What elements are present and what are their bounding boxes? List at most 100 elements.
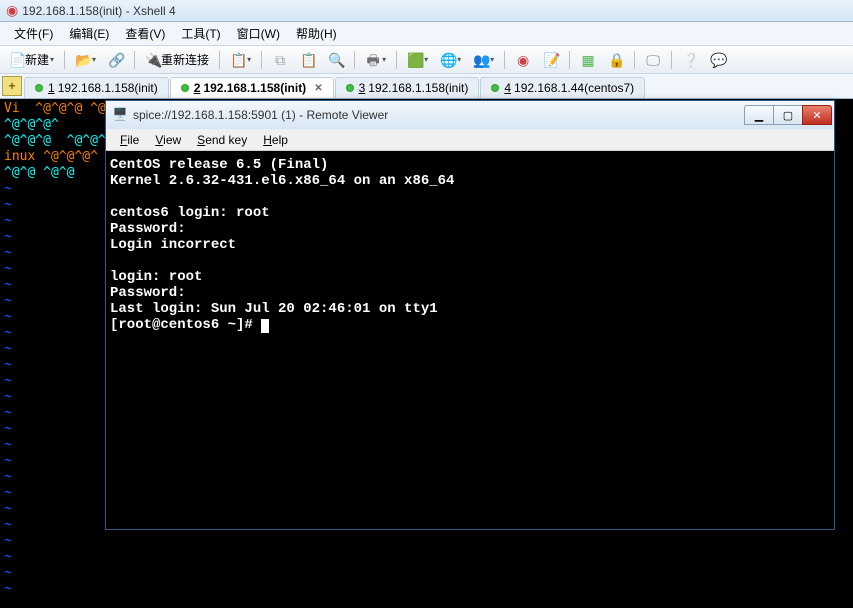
lock-icon: 🔒	[608, 52, 624, 68]
term-line: ^@^@^@ ^@^@^ @	[4, 133, 121, 148]
tilde-line: ~	[4, 341, 12, 356]
add-tab-button[interactable]: +	[2, 76, 22, 96]
tilde-line: ~	[4, 389, 12, 404]
status-dot-icon	[346, 84, 354, 92]
close-button[interactable]: ✕	[802, 105, 832, 125]
paste-button[interactable]: 📋	[295, 49, 321, 71]
xshell-titlebar: ◉ 192.168.1.158(init) - Xshell 4	[0, 0, 853, 22]
separator	[569, 51, 570, 69]
properties-button[interactable]: 📋▾	[225, 49, 256, 71]
tilde-line: ~	[4, 501, 12, 516]
tilde-line: ~	[4, 213, 12, 228]
web-button[interactable]: 🌐▾	[435, 49, 466, 71]
new-button[interactable]: 📄新建▾	[4, 48, 59, 71]
tilde-line: ~	[4, 405, 12, 420]
users-button[interactable]: 👥▾	[468, 49, 499, 71]
tab-number: 1	[48, 81, 55, 95]
people-icon: 👥	[473, 52, 489, 68]
chat-button[interactable]: 💬	[705, 49, 731, 71]
rv-menu-view[interactable]: View	[147, 131, 189, 149]
rv-title-text: spice://192.168.1.158:5901 (1) - Remote …	[133, 108, 745, 122]
tilde-line: ~	[4, 277, 12, 292]
term-line: inux ^@^@^@^ ^@	[4, 149, 121, 164]
palette-icon: 🟩	[407, 52, 423, 68]
dropdown-icon: ▾	[50, 55, 54, 64]
separator	[219, 51, 220, 69]
status-dot-icon	[491, 84, 499, 92]
maximize-button[interactable]: ▢	[773, 105, 803, 125]
menu-view[interactable]: 查看(V)	[117, 23, 173, 44]
rv-menu-sendkey[interactable]: Send key	[189, 131, 255, 149]
tab-label: 192.168.1.158(init)	[368, 81, 468, 95]
find-button[interactable]: 🔍	[323, 49, 349, 71]
colors-button[interactable]: 🟩▾	[402, 49, 433, 71]
new-label: 新建	[25, 51, 49, 68]
xshell-tabs: + 1192.168.1.158(init)2192.168.1.158(ini…	[0, 74, 853, 99]
tilde-line: ~	[4, 421, 12, 436]
menu-edit[interactable]: 编辑(E)	[61, 23, 117, 44]
minimize-button[interactable]: ▁	[744, 105, 774, 125]
search-icon: 🔍	[328, 52, 344, 68]
menu-window[interactable]: 窗口(W)	[229, 23, 288, 44]
session-tab[interactable]: 2192.168.1.158(init)✕	[170, 77, 334, 98]
plug-icon: 🔌	[145, 52, 161, 68]
copy-button[interactable]: ⧉	[267, 49, 293, 71]
tab-label: 192.168.1.44(centos7)	[514, 81, 634, 95]
rv-menu-file[interactable]: File	[112, 131, 147, 149]
separator	[504, 51, 505, 69]
session-tab[interactable]: 3192.168.1.158(init)	[335, 77, 480, 98]
session-tab[interactable]: 1192.168.1.158(init)	[24, 77, 169, 98]
tilde-line: ~	[4, 325, 12, 340]
tilde-line: ~	[4, 373, 12, 388]
term-line: ^@^@ ^@^@	[4, 165, 74, 180]
status-dot-icon	[181, 84, 189, 92]
tab-number: 4	[504, 81, 511, 95]
dropdown-icon: ▾	[247, 55, 251, 64]
globe-icon: 🌐	[440, 52, 456, 68]
dropdown-icon: ▾	[92, 55, 96, 64]
session-tab[interactable]: 4192.168.1.44(centos7)	[480, 77, 645, 98]
tilde-line: ~	[4, 261, 12, 276]
tab-label: 192.168.1.158(init)	[58, 81, 158, 95]
separator	[134, 51, 135, 69]
separator	[396, 51, 397, 69]
reconnect-button[interactable]: 🔌重新连接	[140, 48, 214, 71]
page-icon: 📋	[230, 52, 246, 68]
copy-icon: ⧉	[272, 52, 288, 68]
menu-tools[interactable]: 工具(T)	[173, 23, 228, 44]
dropdown-icon: ▾	[457, 55, 461, 64]
printer-icon: 🖶	[365, 52, 381, 68]
menu-file[interactable]: 文件(F)	[6, 23, 61, 44]
open-button[interactable]: 📂▾	[70, 49, 101, 71]
xshell-toolbar: 📄新建▾ 📂▾ 🔗 🔌重新连接 📋▾ ⧉ 📋 🔍 🖶▾ 🟩▾ 🌐▾ 👥▾ ◉ 📝…	[0, 46, 853, 74]
rv-menu-help[interactable]: Help	[255, 131, 296, 149]
separator	[634, 51, 635, 69]
help-button[interactable]: ❔	[677, 49, 703, 71]
screen-icon: 🖵	[645, 52, 661, 68]
cursor-icon	[261, 319, 269, 333]
print-button[interactable]: 🖶▾	[360, 49, 391, 71]
tilde-line: ~	[4, 181, 12, 196]
tilde-line: ~	[4, 197, 12, 212]
separator	[261, 51, 262, 69]
tool2-button[interactable]: 📝	[538, 49, 564, 71]
menu-help[interactable]: 帮助(H)	[288, 23, 345, 44]
folder-open-icon: 📂	[75, 52, 91, 68]
new-file-icon: 📄	[9, 52, 25, 68]
rv-terminal[interactable]: CentOS release 6.5 (Final) Kernel 2.6.32…	[106, 151, 834, 529]
dropdown-icon: ▾	[382, 55, 386, 64]
separator	[354, 51, 355, 69]
term-line: ^@^@^@^	[4, 117, 59, 132]
tab-close-icon[interactable]: ✕	[314, 83, 322, 94]
tilde-line: ~	[4, 229, 12, 244]
fullscreen-button[interactable]: 🖵	[640, 49, 666, 71]
tab-number: 3	[359, 81, 366, 95]
tool1-button[interactable]: ◉	[510, 49, 536, 71]
connect-button[interactable]: 🔗	[103, 49, 129, 71]
dropdown-icon: ▾	[424, 55, 428, 64]
rv-titlebar[interactable]: 🖥️ spice://192.168.1.158:5901 (1) - Remo…	[106, 101, 834, 129]
grid-button[interactable]: ▦	[575, 49, 601, 71]
rv-terminal-text: CentOS release 6.5 (Final) Kernel 2.6.32…	[110, 157, 454, 333]
lock-button[interactable]: 🔒	[603, 49, 629, 71]
rv-app-icon: 🖥️	[112, 107, 128, 123]
